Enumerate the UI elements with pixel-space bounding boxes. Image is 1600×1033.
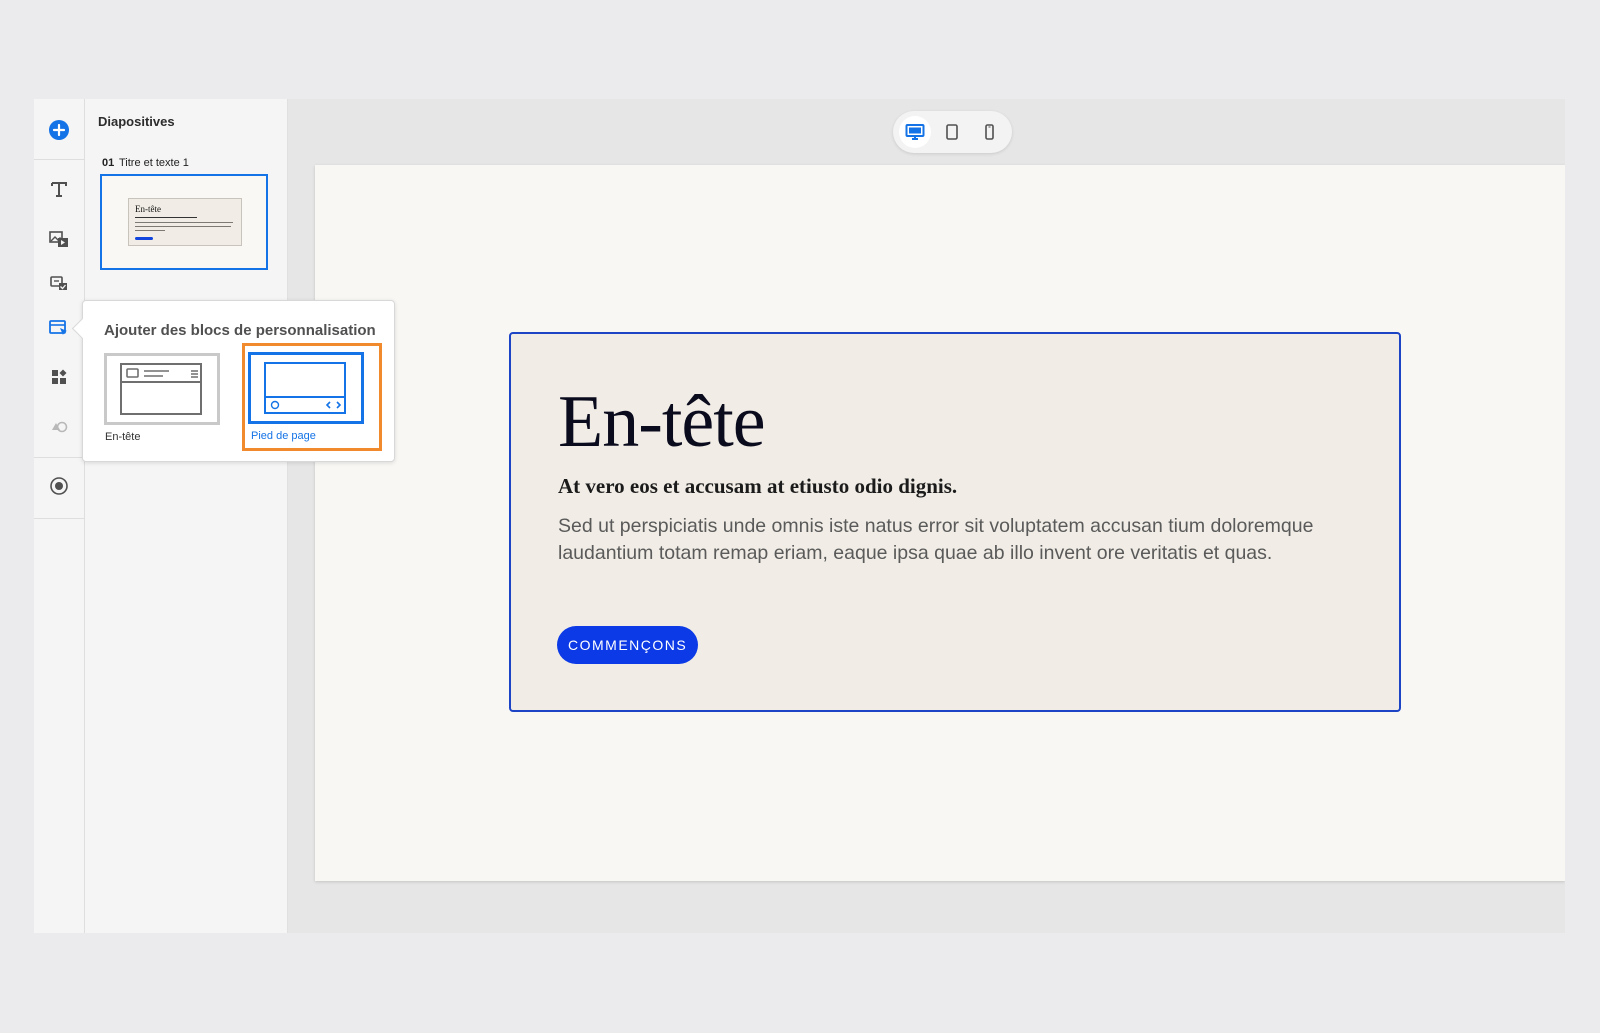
footer-layout-icon: [264, 362, 346, 414]
thumbnail-line: [135, 222, 233, 223]
slide-number: 01: [102, 157, 115, 169]
tablet-icon[interactable]: [936, 116, 968, 148]
header-block-option[interactable]: En-tête: [104, 353, 222, 449]
toolbar-divider: [34, 159, 84, 160]
toolbar-divider: [34, 518, 84, 519]
panel-title: Diapositives: [98, 114, 175, 129]
header-layout-icon: [120, 363, 202, 415]
cta-button[interactable]: COMMENÇONS: [557, 626, 699, 664]
slide-heading[interactable]: En-tête: [558, 380, 766, 465]
slides-panel: Diapositives 01 Titre et texte 1 En-tête: [85, 99, 288, 933]
components-icon[interactable]: [46, 364, 72, 390]
thumbnail-line: [135, 217, 197, 218]
thumbnail-line: [135, 230, 165, 231]
device-switcher: [893, 111, 1012, 153]
toolbar-divider: [34, 457, 84, 458]
app-window: Diapositives 01 Titre et texte 1 En-tête: [34, 99, 1565, 933]
slide-thumbnail[interactable]: En-tête: [100, 174, 268, 270]
footer-block-thumbnail: [248, 352, 364, 424]
header-block-thumbnail: [104, 353, 220, 425]
thumbnail-card: En-tête: [128, 198, 242, 246]
thumbnail-button: [135, 237, 153, 240]
slide-body[interactable]: Sed ut perspiciatis unde omnis iste natu…: [558, 513, 1348, 567]
thumbnail-heading: En-tête: [135, 204, 161, 214]
popover-title: Ajouter des blocs de personnalisation: [104, 322, 376, 339]
mobile-icon[interactable]: [973, 116, 1005, 148]
form-icon[interactable]: [46, 270, 72, 296]
footer-block-label: Pied de page: [251, 430, 316, 442]
record-icon[interactable]: [46, 473, 72, 499]
slide-name: Titre et texte 1: [119, 157, 189, 169]
text-icon[interactable]: [46, 176, 72, 202]
slide-subheading[interactable]: At vero eos et accusam at etiusto odio d…: [558, 474, 957, 499]
slide-canvas[interactable]: En-tête At vero eos et accusam at etiust…: [315, 165, 1565, 881]
personalization-blocks-icon[interactable]: [46, 315, 72, 341]
content-block[interactable]: En-tête At vero eos et accusam at etiust…: [509, 332, 1401, 712]
history-icon[interactable]: [46, 413, 72, 439]
footer-block-option[interactable]: Pied de page: [242, 343, 382, 451]
thumbnail-line: [135, 226, 231, 227]
desktop-icon[interactable]: [899, 116, 931, 148]
header-block-label: En-tête: [105, 431, 141, 443]
add-icon[interactable]: [46, 117, 72, 143]
left-toolbar: [34, 99, 85, 933]
media-icon[interactable]: [46, 226, 72, 252]
personalization-popover: Ajouter des blocs de personnalisation En…: [71, 300, 395, 462]
